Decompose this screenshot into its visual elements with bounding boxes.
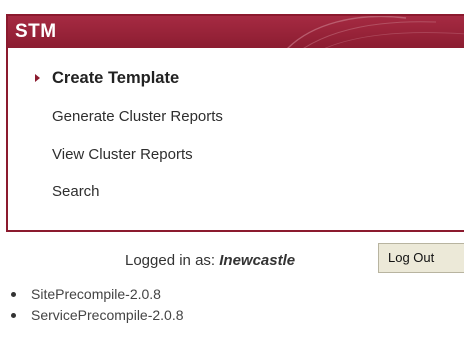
stm-panel: STM Create Template Generate Cluster Rep… [6, 14, 464, 232]
list-item-text: ServicePrecompile-2.0.8 [31, 307, 184, 323]
logged-in-label: Logged in as: [125, 252, 216, 269]
bullet-icon [11, 292, 16, 297]
menu-item-search[interactable]: Search [52, 183, 100, 200]
header-swoosh-decoration [287, 16, 464, 48]
menu-item-create-template[interactable]: Create Template [52, 69, 179, 88]
menu-item-view-cluster-reports[interactable]: View Cluster Reports [52, 146, 193, 163]
panel-title: STM [15, 21, 57, 42]
login-status: Logged in as: Inewcastle [125, 252, 295, 269]
list-item-text: SitePrecompile-2.0.8 [31, 286, 161, 302]
logout-button[interactable]: Log Out [378, 243, 464, 273]
panel-header: STM [8, 16, 464, 48]
username: Inewcastle [219, 252, 296, 269]
active-arrow-icon [35, 74, 40, 82]
bullet-icon [11, 313, 16, 318]
menu-item-generate-cluster-reports[interactable]: Generate Cluster Reports [52, 108, 223, 125]
